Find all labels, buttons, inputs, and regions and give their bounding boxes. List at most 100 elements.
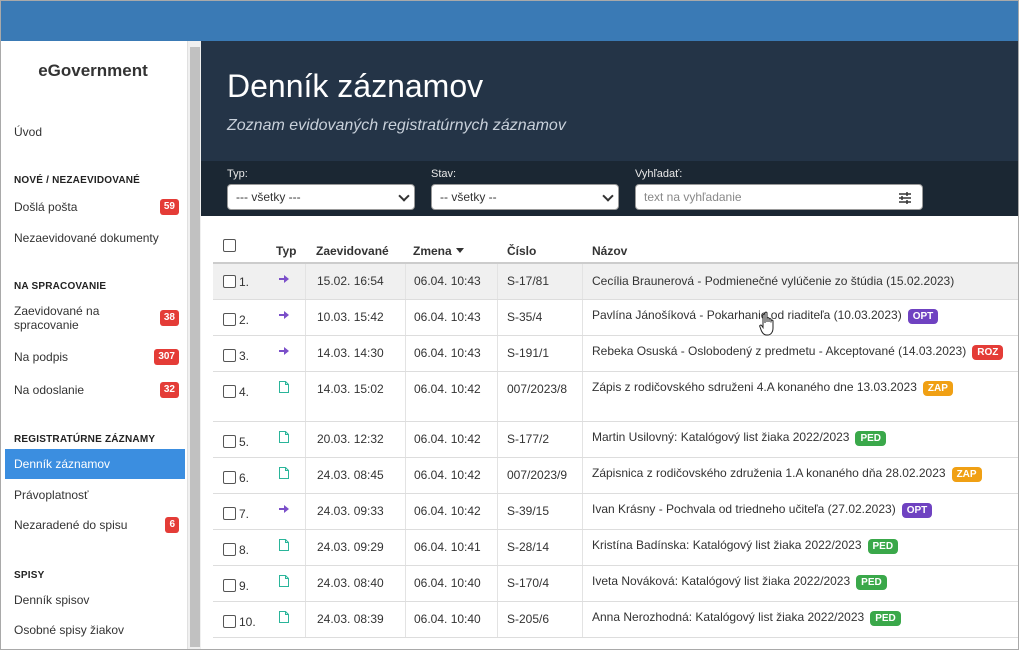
sidebar-item-student-files[interactable]: Osobné spisy žiakov xyxy=(5,618,185,642)
row-checkbox[interactable] xyxy=(223,349,236,362)
brand-logo[interactable]: eGovernment xyxy=(5,61,181,81)
hand-cursor-icon xyxy=(759,311,774,336)
row-number: 6. xyxy=(239,471,250,485)
row-select[interactable]: 2. xyxy=(223,313,249,327)
record-name-cell[interactable]: Kristína Badínska: Katalógový list žiaka… xyxy=(592,538,899,554)
column-header-changed[interactable]: Zmena xyxy=(413,244,464,258)
record-number[interactable]: S-39/15 xyxy=(507,504,549,518)
row-select[interactable]: 7. xyxy=(223,507,249,521)
row-select[interactable]: 1. xyxy=(223,275,249,289)
sidebar-item-for-processing[interactable]: Zaevidované na spracovanie 38 xyxy=(5,301,185,335)
row-select[interactable]: 6. xyxy=(223,471,249,485)
record-number[interactable]: S-170/4 xyxy=(507,576,549,590)
section-title-records: REGISTRATÚRNE ZÁZNAMY xyxy=(14,434,156,445)
registered-date: 10.03. 15:42 xyxy=(317,310,384,324)
table-row[interactable]: 3. 14.03. 14:30 06.04. 10:43 S-191/1 Rebeka … xyxy=(213,336,1018,372)
record-name-cell[interactable]: Rebeka Osuská - Oslobodený z predmetu - … xyxy=(592,344,1004,360)
record-number[interactable]: S-28/14 xyxy=(507,540,549,554)
record-number[interactable]: S-17/81 xyxy=(507,274,549,288)
column-divider xyxy=(582,264,583,299)
column-header-number[interactable]: Číslo xyxy=(507,244,536,258)
incoming-arrow-icon xyxy=(279,345,290,359)
sidebar-item-legal-force[interactable]: Právoplatnosť xyxy=(5,483,185,507)
row-select[interactable]: 5. xyxy=(223,435,249,449)
row-checkbox[interactable] xyxy=(223,615,236,628)
row-checkbox[interactable] xyxy=(223,579,236,592)
type-select[interactable]: --- všetky --- xyxy=(227,184,415,210)
row-select[interactable]: 9. xyxy=(223,579,249,593)
row-checkbox[interactable] xyxy=(223,543,236,556)
column-divider xyxy=(305,336,306,371)
row-select[interactable]: 10. xyxy=(223,615,256,629)
record-name-cell[interactable]: Zápisnica z rodičovského združenia 1.A k… xyxy=(592,466,982,482)
table-row[interactable]: 10. 24.03. 08:39 06.04. 10:40 S-205/6 Anna N… xyxy=(213,602,1018,638)
row-select[interactable]: 4. xyxy=(223,385,249,399)
table-row[interactable]: 7. 24.03. 09:33 06.04. 10:42 S-39/15 Ivan Kr… xyxy=(213,494,1018,530)
scrollbar-thumb[interactable] xyxy=(190,47,200,647)
record-name-cell[interactable]: Iveta Nováková: Katalógový list žiaka 20… xyxy=(592,574,887,590)
changed-date: 06.04. 10:40 xyxy=(414,576,481,590)
row-checkbox[interactable] xyxy=(223,313,236,326)
sidebar-item-file-journal[interactable]: Denník spisov xyxy=(5,588,185,612)
row-checkbox[interactable] xyxy=(223,275,236,288)
filter-settings-icon[interactable] xyxy=(898,191,912,205)
top-bar xyxy=(1,1,1018,41)
table-row[interactable]: 1. 15.02. 16:54 06.04. 10:43 S-17/81 Cecília… xyxy=(213,264,1018,300)
sidebar-item-label: Došlá pošta xyxy=(14,200,78,214)
record-tag-badge: OPT xyxy=(901,503,933,518)
registered-date: 24.03. 08:40 xyxy=(317,576,384,590)
record-name: Anna Nerozhodná: Katalógový list žiaka 2… xyxy=(592,610,865,624)
column-header-name[interactable]: Názov xyxy=(592,244,627,258)
search-input[interactable] xyxy=(644,186,884,208)
record-tag-badge: ZAP xyxy=(922,381,953,396)
record-name-cell[interactable]: Ivan Krásny - Pochvala od triedneho učit… xyxy=(592,502,933,518)
column-divider xyxy=(305,530,306,565)
record-name-cell[interactable]: Martin Usilovný: Katalógový list žiaka 2… xyxy=(592,430,887,446)
record-name-cell[interactable]: Zápis z rodičovského sdruženi 4.A konané… xyxy=(592,380,953,396)
sidebar-item-unregistered[interactable]: Nezaevidované dokumenty xyxy=(5,226,185,250)
row-checkbox[interactable] xyxy=(223,471,236,484)
record-number[interactable]: 007/2023/9 xyxy=(507,468,567,482)
record-tag-badge: PED xyxy=(867,539,899,554)
row-checkbox[interactable] xyxy=(223,435,236,448)
column-header-label: Zmena xyxy=(413,244,452,258)
select-all-checkbox[interactable] xyxy=(223,239,239,253)
column-divider xyxy=(405,336,406,371)
table-row[interactable]: 5. 20.03. 12:32 06.04. 10:42 S-177/2 Martin … xyxy=(213,422,1018,458)
state-filter-label: Stav: xyxy=(431,168,457,180)
record-name-cell[interactable]: Cecília Braunerová - Podmienečné vylúčen… xyxy=(592,274,954,288)
column-header-registered[interactable]: Zaevidované xyxy=(316,244,389,258)
column-divider xyxy=(305,372,306,421)
column-header-type[interactable]: Typ xyxy=(276,244,296,258)
record-number[interactable]: S-191/1 xyxy=(507,346,549,360)
sidebar-scrollbar[interactable] xyxy=(187,41,201,649)
row-select[interactable]: 8. xyxy=(223,543,249,557)
record-name-cell[interactable]: Anna Nerozhodná: Katalógový list žiaka 2… xyxy=(592,610,901,626)
sidebar-item-unfiled[interactable]: Nezaradené do spisu 6 xyxy=(5,513,185,537)
record-number[interactable]: S-177/2 xyxy=(507,432,549,446)
sort-desc-icon xyxy=(455,248,464,253)
sidebar-item-to-sign[interactable]: Na podpis 307 xyxy=(5,345,185,369)
page-subtitle: Zoznam evidovaných registratúrnych zázna… xyxy=(227,117,566,134)
search-label: Vyhľadať: xyxy=(635,168,683,180)
row-select[interactable]: 3. xyxy=(223,349,249,363)
row-checkbox[interactable] xyxy=(223,385,236,398)
count-badge: 6 xyxy=(165,517,179,533)
table-row[interactable]: 6. 24.03. 08:45 06.04. 10:42 007/2023/9 Zápi… xyxy=(213,458,1018,494)
state-select[interactable]: -- všetky -- xyxy=(431,184,619,210)
sidebar-item-to-send[interactable]: Na odoslanie 32 xyxy=(5,378,185,402)
table-row[interactable]: 9. 24.03. 08:40 06.04. 10:40 S-170/4 Iveta N… xyxy=(213,566,1018,602)
changed-date: 06.04. 10:43 xyxy=(414,346,481,360)
changed-date: 06.04. 10:40 xyxy=(414,612,481,626)
table-row[interactable]: 8. 24.03. 09:29 06.04. 10:41 S-28/14 Kristín… xyxy=(213,530,1018,566)
row-checkbox[interactable] xyxy=(223,507,236,520)
sidebar-item-home[interactable]: Úvod xyxy=(5,121,185,143)
table-row[interactable]: 4. 14.03. 15:02 06.04. 10:42 007/2023/8 Zápi… xyxy=(213,372,1018,422)
sidebar-item-record-journal[interactable]: Denník záznamov xyxy=(5,449,185,479)
record-number[interactable]: S-205/6 xyxy=(507,612,549,626)
checkbox-box xyxy=(223,239,236,252)
record-number[interactable]: 007/2023/8 xyxy=(507,382,567,396)
table-row[interactable]: 2. 10.03. 15:42 06.04. 10:43 S-35/4 Pavlína … xyxy=(213,300,1018,336)
record-number[interactable]: S-35/4 xyxy=(507,310,542,324)
sidebar-item-incoming-mail[interactable]: Došlá pošta 59 xyxy=(5,195,185,219)
